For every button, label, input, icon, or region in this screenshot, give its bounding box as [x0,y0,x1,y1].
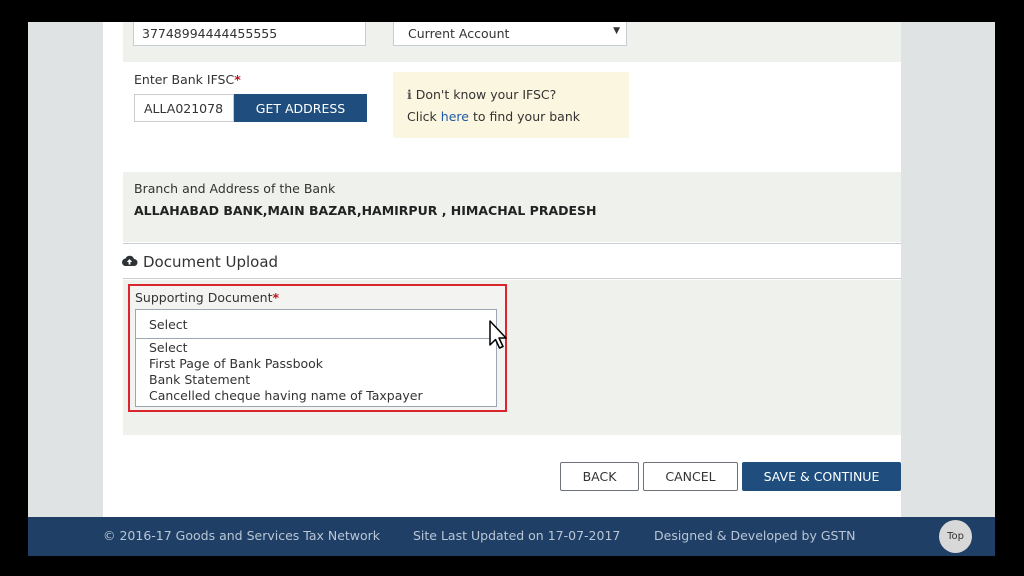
branch-address: ALLAHABAD BANK,MAIN BAZAR,HAMIRPUR , HIM… [134,203,597,218]
account-type-select[interactable]: Current Account ▼ [393,22,627,46]
account-number-value: 37748994444455555 [142,26,278,41]
ifsc-label: Enter Bank IFSC* [134,72,241,87]
mouse-cursor-icon [488,320,508,354]
supporting-document-select[interactable]: Select [135,309,497,339]
document-upload-title: Document Upload [143,253,279,271]
footer-designed: Designed & Developed by GSTN [654,528,856,543]
ifsc-label-text: Enter Bank IFSC [134,72,235,87]
document-upload-heading: Document Upload [121,253,278,271]
required-mark: * [234,72,241,87]
branch-label: Branch and Address of the Bank [134,181,336,196]
supporting-document-label: Supporting Document* [135,290,279,305]
section-divider [123,243,901,244]
find-bank-link[interactable]: here [441,109,469,124]
dropdown-list: Select First Page of Bank Passbook Bank … [135,339,497,407]
ifsc-input[interactable]: ALLA021078 [134,94,234,122]
ifsc-help-prefix: Click [407,109,437,124]
account-number-input[interactable]: 37748994444455555 [133,22,366,46]
cloud-upload-icon [121,253,138,271]
ifsc-help-line1: Don't know your IFSC? [415,87,557,102]
section-divider [123,278,901,279]
form-panel: 37748994444455555 Current Account ▼ Ente… [103,22,901,517]
save-continue-button[interactable]: SAVE & CONTINUE [742,462,901,491]
supporting-document-highlight: Supporting Document* Select Select First… [128,284,507,412]
ifsc-help-suffix: to find your bank [472,109,580,124]
supporting-document-label-text: Supporting Document [135,290,273,305]
info-icon: ℹ [407,87,412,102]
required-mark: * [272,290,280,305]
footer-copyright: © 2016-17 Goods and Services Tax Network [103,528,381,543]
dropdown-option[interactable]: Select [136,340,496,356]
screen-frame: 37748994444455555 Current Account ▼ Ente… [28,22,995,556]
cancel-button[interactable]: CANCEL [643,462,738,491]
selected-value: Select [149,316,188,332]
dropdown-option[interactable]: Bank Statement [136,372,496,388]
footer: © 2016-17 Goods and Services Tax Network… [28,517,995,556]
dropdown-option[interactable]: Cancelled cheque having name of Taxpayer [136,388,496,404]
ifsc-value: ALLA021078 [144,100,224,116]
chevron-down-icon: ▼ [613,26,620,36]
get-address-button[interactable]: GET ADDRESS [234,94,367,122]
ifsc-help-box: ℹ Don't know your IFSC? Click here to fi… [393,72,629,138]
back-to-top-button[interactable]: Top [939,520,972,553]
dropdown-option[interactable]: First Page of Bank Passbook [136,356,496,372]
account-type-value: Current Account [408,26,510,41]
back-to-top-label: Top [947,531,964,542]
back-button[interactable]: BACK [560,462,639,491]
footer-updated: Site Last Updated on 17-07-2017 [413,528,621,543]
